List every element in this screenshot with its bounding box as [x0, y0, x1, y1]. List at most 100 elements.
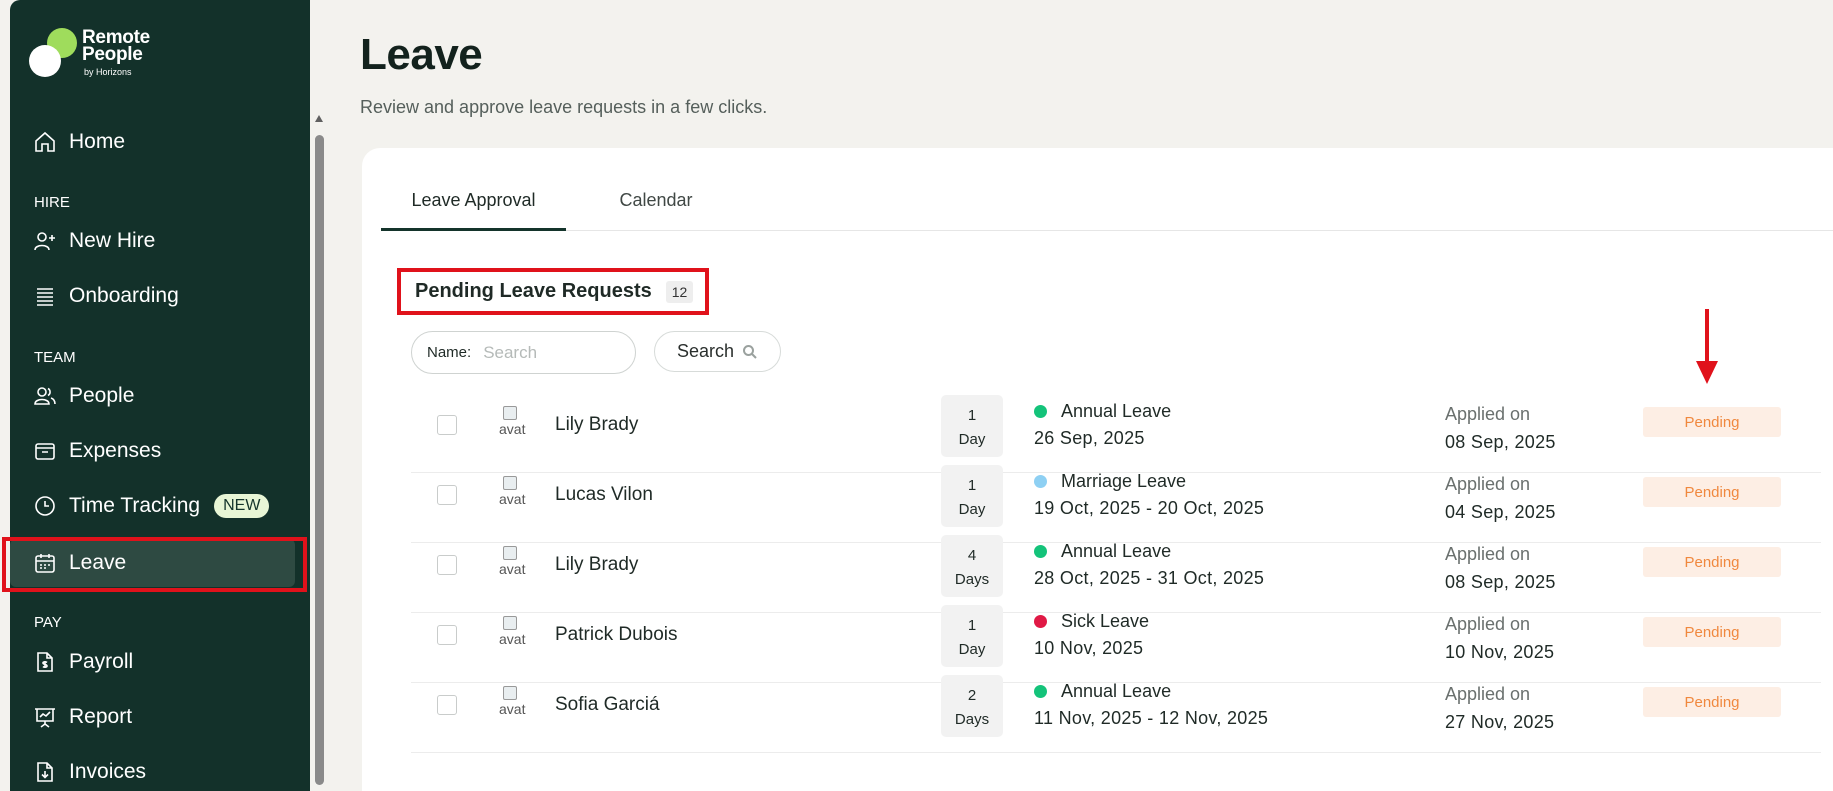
sidebar-item-time-tracking[interactable]: Time Tracking NEW: [10, 482, 295, 530]
brand-logo[interactable]: Remote People by Horizons: [28, 26, 188, 80]
duration-count: 4: [967, 547, 977, 564]
applied-on-label: Applied on: [1445, 474, 1531, 494]
list-icon: [33, 284, 57, 308]
wallet-icon: [33, 439, 57, 463]
duration-box: 4 Days: [941, 535, 1003, 597]
tab-calendar[interactable]: Calendar: [581, 178, 731, 231]
sidebar-section-team: TEAM: [34, 349, 76, 366]
applied-on-label: Applied on: [1445, 404, 1531, 424]
applied-date: 08 Sep, 2025: [1445, 432, 1556, 452]
duration-box: 1 Day: [941, 465, 1003, 527]
new-badge: NEW: [214, 494, 270, 518]
leave-request-row[interactable]: avat Lucas Vilon 1 Day Marriage Leave 19…: [411, 463, 1821, 543]
applied-date: 10 Nov, 2025: [1445, 642, 1555, 662]
leave-request-row[interactable]: avat Lily Brady 1 Day Annual Leave 26 Se…: [411, 393, 1821, 473]
sidebar-item-people[interactable]: People: [10, 372, 295, 420]
duration-unit: Day: [958, 431, 986, 448]
status-badge[interactable]: Pending: [1643, 547, 1781, 577]
leave-type-label: Annual Leave: [1061, 541, 1172, 561]
search-label: Name:: [427, 344, 472, 361]
avatar-alt-text: avat: [499, 631, 526, 647]
pending-requests-header: Pending Leave Requests 12: [397, 268, 709, 315]
status-badge[interactable]: Pending: [1643, 477, 1781, 507]
tab-leave-approval[interactable]: Leave Approval: [381, 178, 566, 231]
leave-request-row[interactable]: avat Patrick Dubois 1 Day Sick Leave 10 …: [411, 603, 1821, 683]
avatar: avat: [499, 476, 537, 516]
leave-type-label: Marriage Leave: [1061, 471, 1187, 491]
duration-box: 2 Days: [941, 675, 1003, 737]
sidebar-item-label: Home: [69, 130, 126, 153]
applied-on-label: Applied on: [1445, 684, 1531, 704]
employee-name: Lily Brady: [555, 554, 639, 575]
status-badge[interactable]: Pending: [1643, 687, 1781, 717]
sidebar-item-onboarding[interactable]: Onboarding: [10, 272, 295, 320]
sidebar-item-invoices[interactable]: Invoices: [10, 748, 295, 791]
duration-box: 1 Day: [941, 605, 1003, 667]
leave-type-label: Annual Leave: [1061, 401, 1172, 421]
search-input[interactable]: [483, 342, 614, 363]
leave-dates: 11 Nov, 2025 - 12 Nov, 2025: [1034, 708, 1269, 728]
leave-type: Annual Leave: [1034, 401, 1171, 422]
broken-image-icon: [503, 546, 517, 560]
row-checkbox[interactable]: [437, 625, 457, 645]
sidebar-section-hire: HIRE: [34, 194, 70, 211]
broken-image-icon: [503, 476, 517, 490]
sidebar-scrollbar[interactable]: [312, 115, 327, 791]
search-icon: [743, 344, 757, 359]
sidebar-item-label: Expenses: [69, 439, 162, 462]
sidebar-item-payroll[interactable]: Payroll: [10, 638, 295, 686]
leave-dates: 19 Oct, 2025 - 20 Oct, 2025: [1034, 498, 1265, 518]
sidebar-item-label: Report: [69, 705, 133, 728]
sidebar-item-expenses[interactable]: Expenses: [10, 427, 295, 475]
presentation-icon: [33, 705, 57, 729]
row-checkbox[interactable]: [437, 485, 457, 505]
leave-type: Annual Leave: [1034, 681, 1171, 702]
sidebar-item-label: New Hire: [69, 229, 156, 252]
pending-requests-title: Pending Leave Requests: [415, 280, 652, 302]
applied-date: 04 Sep, 2025: [1445, 502, 1556, 522]
red-arrow-annotation-icon: [1696, 309, 1718, 384]
leave-request-row[interactable]: avat Lily Brady 4 Days Annual Leave 28 O…: [411, 533, 1821, 613]
users-icon: [33, 384, 57, 408]
row-checkbox[interactable]: [437, 555, 457, 575]
sidebar-item-new-hire[interactable]: New Hire: [10, 217, 295, 265]
duration-count: 1: [967, 407, 977, 424]
row-checkbox[interactable]: [437, 695, 457, 715]
sidebar-item-home[interactable]: Home: [10, 118, 295, 166]
name-search-field[interactable]: Name:: [411, 331, 636, 374]
employee-name: Sofia Garciá: [555, 694, 660, 715]
page-title: Leave: [360, 30, 483, 79]
logo-mark-icon: [29, 28, 77, 77]
duration-unit: Day: [958, 641, 986, 658]
leave-type-dot-icon: [1034, 685, 1047, 698]
leave-dates: 10 Nov, 2025: [1034, 638, 1144, 658]
status-badge[interactable]: Pending: [1643, 617, 1781, 647]
leave-type-dot-icon: [1034, 405, 1047, 418]
broken-image-icon: [503, 406, 517, 420]
duration-count: 1: [967, 477, 977, 494]
employee-name: Lucas Vilon: [555, 484, 653, 505]
sidebar-section-pay: PAY: [34, 614, 62, 631]
row-checkbox[interactable]: [437, 415, 457, 435]
status-badge[interactable]: Pending: [1643, 407, 1781, 437]
broken-image-icon: [503, 686, 517, 700]
duration-unit: Days: [954, 571, 990, 588]
leave-type-dot-icon: [1034, 545, 1047, 558]
leave-dates: 28 Oct, 2025 - 31 Oct, 2025: [1034, 568, 1265, 588]
leave-request-row[interactable]: avat Sofia Garciá 2 Days Annual Leave 11…: [411, 673, 1821, 753]
avatar: avat: [499, 686, 537, 726]
duration-unit: Days: [954, 711, 990, 728]
avatar-alt-text: avat: [499, 421, 526, 437]
scroll-up-arrow-icon[interactable]: [315, 115, 323, 122]
search-button[interactable]: Search: [654, 331, 781, 372]
avatar: avat: [499, 616, 537, 656]
sidebar-item-label: Invoices: [69, 760, 147, 783]
scrollbar-thumb[interactable]: [315, 135, 324, 785]
applied-on-label: Applied on: [1445, 544, 1531, 564]
tab-bar: Leave Approval Calendar: [381, 178, 1833, 231]
sidebar-item-report[interactable]: Report: [10, 693, 295, 741]
home-icon: [33, 130, 57, 154]
file-download-icon: [33, 760, 57, 784]
duration-box: 1 Day: [941, 395, 1003, 457]
search-button-label: Search: [676, 341, 735, 361]
